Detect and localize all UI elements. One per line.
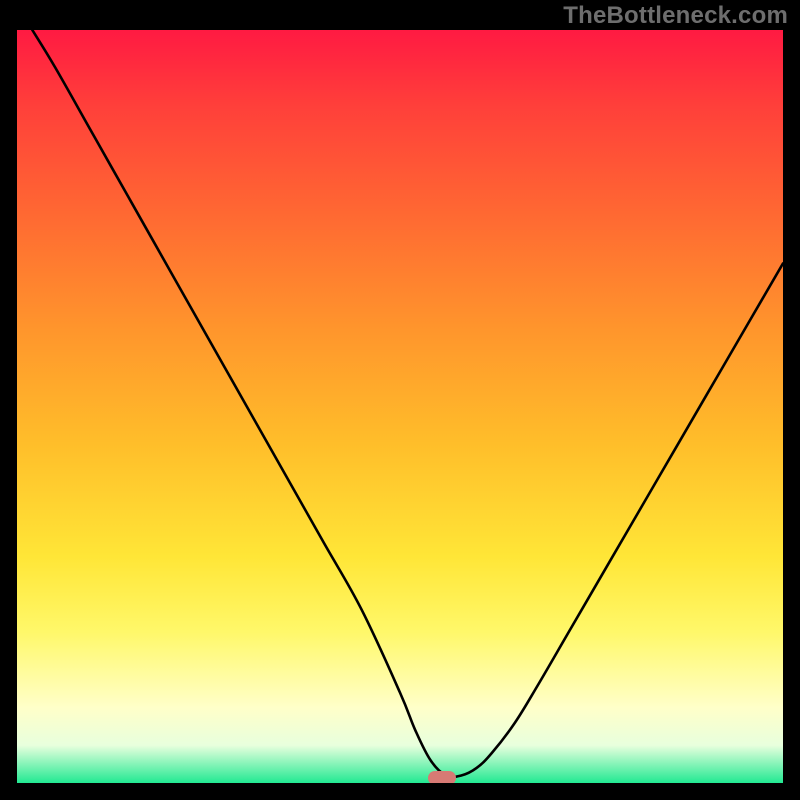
chart-frame: TheBottleneck.com bbox=[0, 0, 800, 800]
watermark-label: TheBottleneck.com bbox=[563, 2, 788, 30]
bottleneck-curve bbox=[17, 30, 783, 783]
plot-area bbox=[17, 30, 783, 783]
target-marker bbox=[428, 771, 456, 783]
